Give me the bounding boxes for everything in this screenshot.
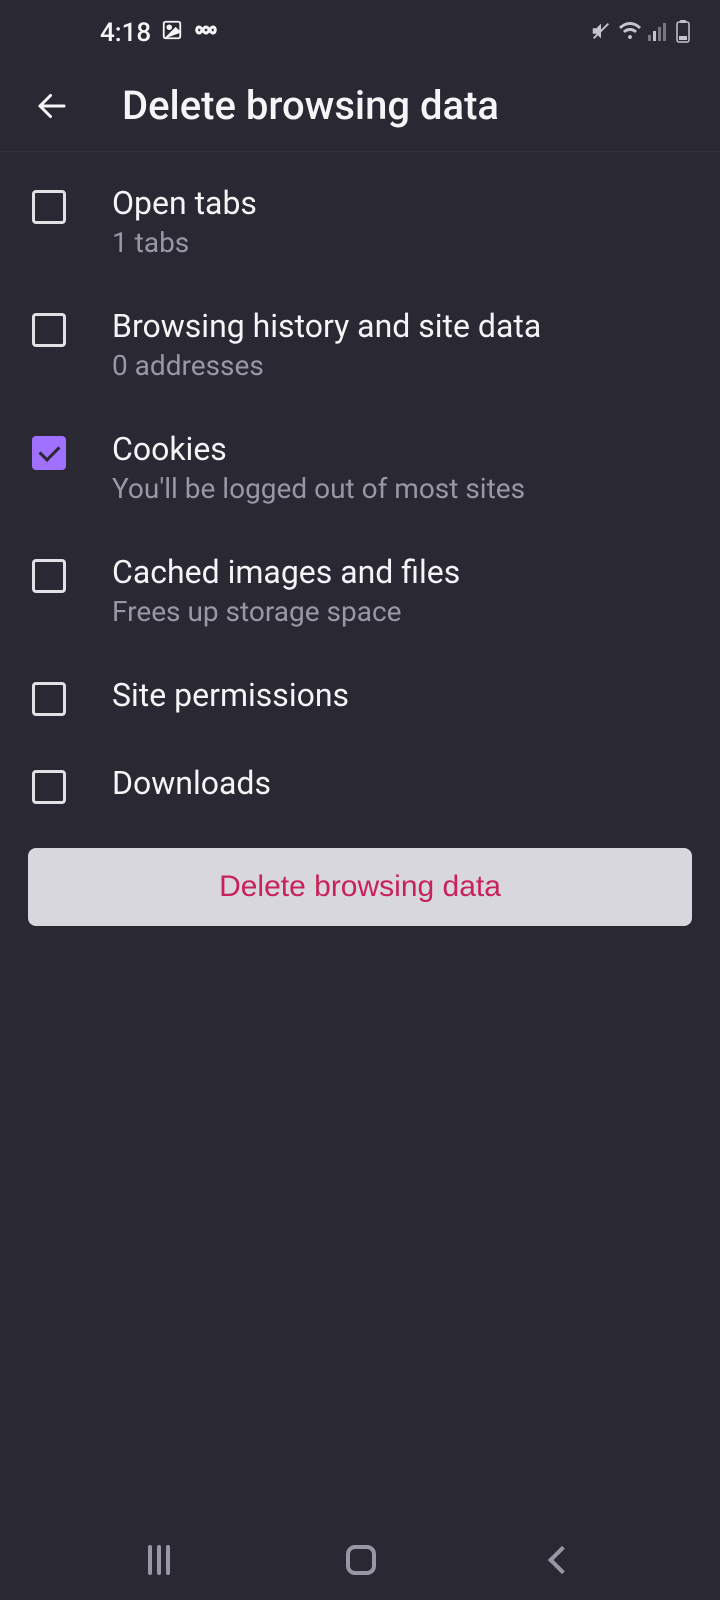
item-title: Downloads bbox=[112, 764, 271, 802]
item-text: Cached images and files Frees up storage… bbox=[112, 553, 460, 628]
status-bar: 4:18 bbox=[0, 0, 720, 60]
wifi-icon bbox=[618, 21, 642, 45]
checkbox-open-tabs[interactable] bbox=[32, 190, 66, 224]
item-text: Browsing history and site data 0 address… bbox=[112, 307, 541, 382]
list-item-site-permissions[interactable]: Site permissions bbox=[0, 652, 720, 740]
item-subtitle: You'll be logged out of most sites bbox=[112, 472, 525, 505]
image-icon bbox=[161, 18, 183, 48]
item-subtitle: 0 addresses bbox=[112, 349, 541, 382]
settings-list: Open tabs 1 tabs Browsing history and si… bbox=[0, 152, 720, 836]
navigation-bar bbox=[0, 1520, 720, 1600]
infinity-icon bbox=[193, 18, 219, 48]
item-text: Open tabs 1 tabs bbox=[112, 184, 257, 259]
item-subtitle: 1 tabs bbox=[112, 226, 257, 259]
list-item-downloads[interactable]: Downloads bbox=[0, 740, 720, 828]
status-time: 4:18 bbox=[100, 18, 151, 48]
list-item-browsing-history[interactable]: Browsing history and site data 0 address… bbox=[0, 283, 720, 406]
checkbox-browsing-history[interactable] bbox=[32, 313, 66, 347]
status-right bbox=[590, 19, 690, 47]
delete-browsing-data-button[interactable]: Delete browsing data bbox=[28, 848, 692, 926]
item-title: Site permissions bbox=[112, 676, 349, 714]
checkbox-cached-images[interactable] bbox=[32, 559, 66, 593]
page-title: Delete browsing data bbox=[122, 82, 499, 129]
list-item-open-tabs[interactable]: Open tabs 1 tabs bbox=[0, 160, 720, 283]
checkbox-site-permissions[interactable] bbox=[32, 682, 66, 716]
checkbox-downloads[interactable] bbox=[32, 770, 66, 804]
nav-recents-button[interactable] bbox=[148, 1545, 170, 1575]
item-text: Downloads bbox=[112, 764, 271, 802]
item-title: Cookies bbox=[112, 430, 525, 468]
mute-icon bbox=[590, 20, 612, 46]
item-text: Cookies You'll be logged out of most sit… bbox=[112, 430, 525, 505]
list-item-cookies[interactable]: Cookies You'll be logged out of most sit… bbox=[0, 406, 720, 529]
nav-home-button[interactable] bbox=[346, 1545, 376, 1575]
status-left: 4:18 bbox=[100, 18, 219, 48]
list-item-cached-images[interactable]: Cached images and files Frees up storage… bbox=[0, 529, 720, 652]
back-button[interactable] bbox=[32, 86, 72, 126]
checkbox-cookies[interactable] bbox=[32, 436, 66, 470]
header: Delete browsing data bbox=[0, 60, 720, 152]
signal-icon bbox=[648, 21, 670, 45]
item-title: Open tabs bbox=[112, 184, 257, 222]
item-text: Site permissions bbox=[112, 676, 349, 714]
item-title: Cached images and files bbox=[112, 553, 460, 591]
item-subtitle: Frees up storage space bbox=[112, 595, 460, 628]
battery-icon bbox=[676, 19, 690, 47]
nav-back-button[interactable] bbox=[548, 1546, 576, 1574]
item-title: Browsing history and site data bbox=[112, 307, 541, 345]
